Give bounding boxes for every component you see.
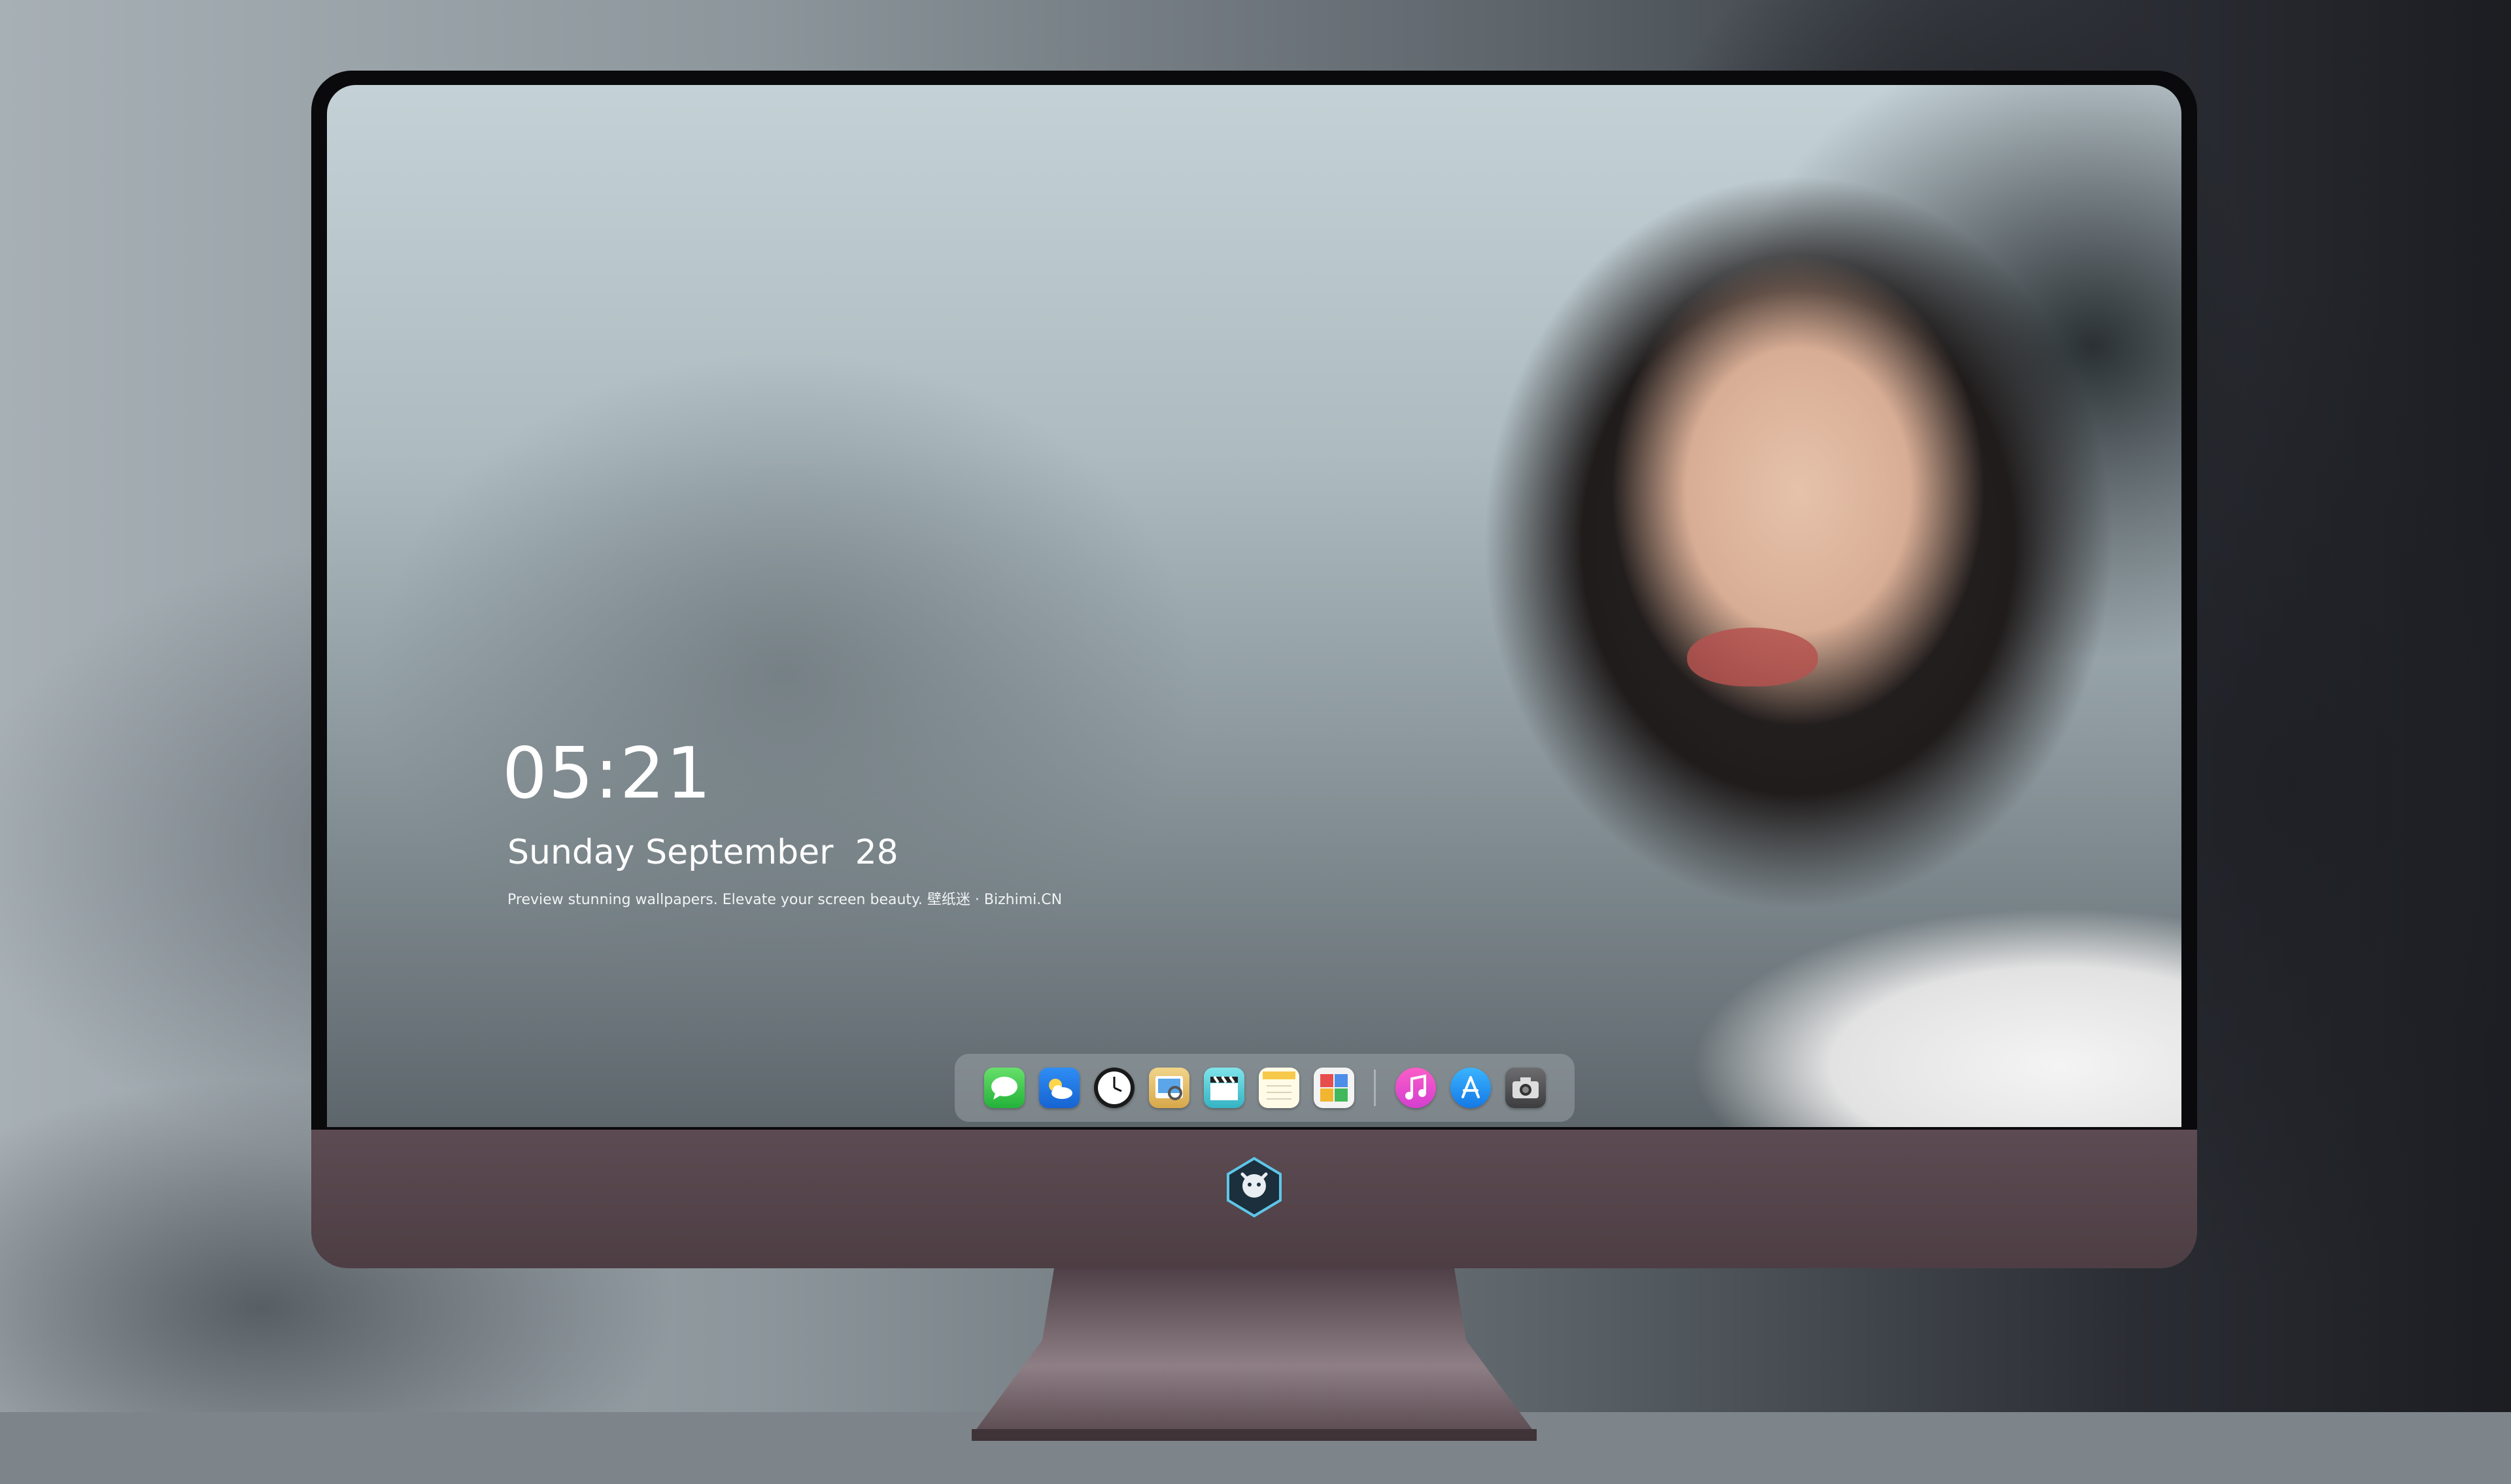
dock: [955, 1054, 1575, 1122]
camera-icon[interactable]: [1505, 1068, 1546, 1108]
monitor-chin: [311, 1130, 2197, 1268]
clapperboard-icon[interactable]: [1203, 1068, 1244, 1108]
messages-icon[interactable]: [983, 1068, 1025, 1108]
app-store-icon[interactable]: [1450, 1068, 1491, 1108]
monitor: 05:21 Sunday September 28 Preview stunni…: [311, 71, 2197, 1441]
photo-grid-icon[interactable]: [1313, 1068, 1354, 1108]
wallpaper-detail: [1687, 628, 1818, 686]
weather-icon[interactable]: [1038, 1068, 1080, 1108]
dock-divider: [1373, 1070, 1376, 1106]
clock-time: 05:21: [502, 733, 713, 815]
notes-icon[interactable]: [1258, 1068, 1299, 1108]
music-icon[interactable]: [1395, 1068, 1436, 1108]
preview-icon[interactable]: [1148, 1068, 1189, 1108]
clock-icon[interactable]: [1093, 1068, 1135, 1108]
brand-logo-icon: [1227, 1156, 1282, 1218]
monitor-bezel: 05:21 Sunday September 28 Preview stunni…: [311, 71, 2197, 1136]
lock-screen: 05:21 Sunday September 28 Preview stunni…: [327, 85, 2181, 1127]
clock-date: Sunday September 28: [507, 833, 898, 872]
wallpaper-tagline: Preview stunning wallpapers. Elevate you…: [507, 892, 1063, 908]
monitor-stand: [972, 1268, 1537, 1441]
